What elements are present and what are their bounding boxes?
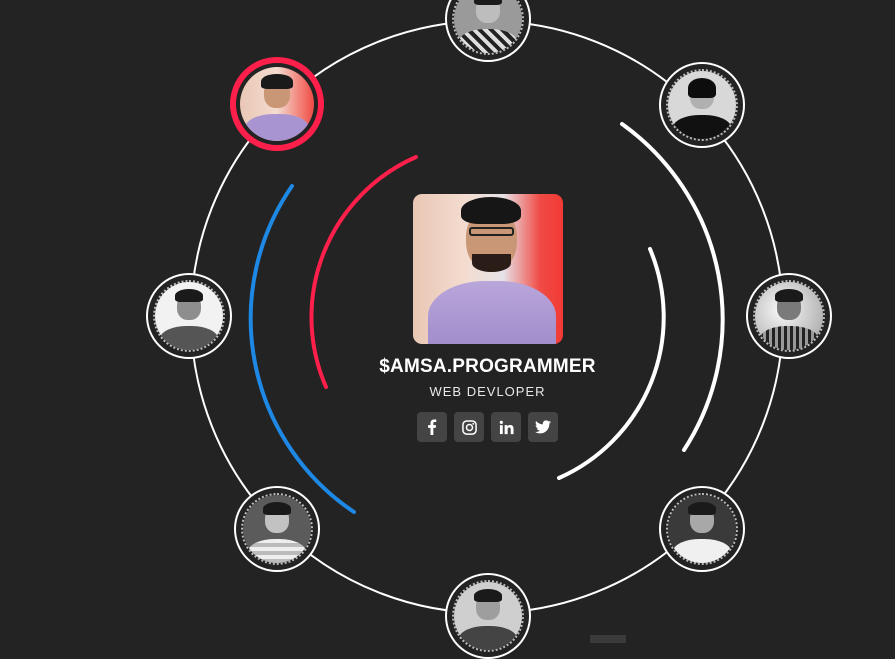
linkedin-icon [499, 420, 514, 434]
facebook-icon [428, 419, 437, 435]
avatar-right[interactable] [746, 273, 832, 359]
white-arc-outer [620, 122, 725, 452]
avatar-top-right[interactable] [659, 62, 745, 148]
avatar-top[interactable] [445, 0, 531, 62]
taskbar-fragment [590, 635, 626, 643]
avatar-photo [452, 580, 524, 652]
social-links [417, 412, 558, 442]
twitter-button[interactable] [528, 412, 558, 442]
avatar-bottom-left[interactable] [234, 486, 320, 572]
avatar-photo [666, 69, 738, 141]
avatar-photo [753, 280, 825, 352]
avatar-bottom-right[interactable] [659, 486, 745, 572]
avatar-photo [241, 493, 313, 565]
instagram-icon [461, 419, 477, 435]
profile-stage: $AMSA.PROGRAMMER WEB DEVLOPER [0, 0, 895, 659]
avatar-left[interactable] [146, 273, 232, 359]
avatar-photo [240, 67, 314, 141]
profile-name: $AMSA.PROGRAMMER [379, 356, 596, 377]
red-arc [309, 155, 418, 389]
profile-role: WEB DEVLOPER [429, 384, 546, 399]
profile-photo [413, 194, 563, 344]
linkedin-button[interactable] [491, 412, 521, 442]
avatar-photo [153, 280, 225, 352]
instagram-button[interactable] [454, 412, 484, 442]
avatar-photo [452, 0, 524, 55]
facebook-button[interactable] [417, 412, 447, 442]
blue-arc [248, 184, 356, 514]
avatar-photo [666, 493, 738, 565]
twitter-icon [535, 420, 551, 434]
avatar-bottom[interactable] [445, 573, 531, 659]
avatar-top-left[interactable] [230, 57, 324, 151]
